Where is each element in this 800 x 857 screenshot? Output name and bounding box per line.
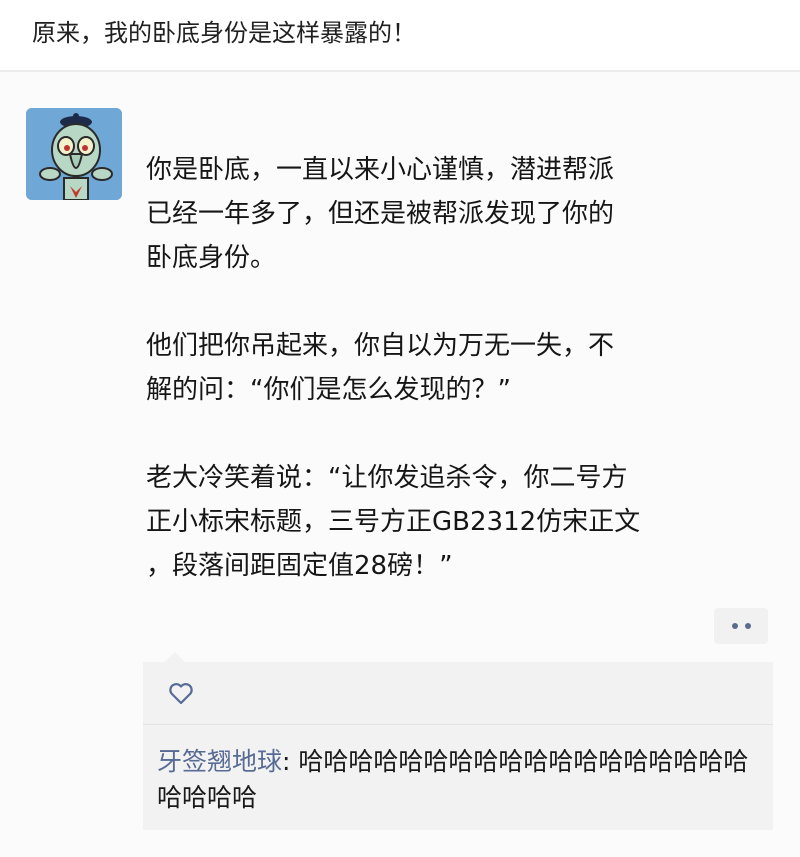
more-dots-icon <box>744 623 751 629</box>
comment-author[interactable]: 牙签翘地球 <box>157 747 282 776</box>
more-button[interactable] <box>714 608 768 644</box>
post-paragraph: 他们把你吊起来，你自以为万无一失，不 解的问：“你们是怎么发现的？” <box>146 331 615 405</box>
post-paragraph: 你是卧底，一直以来小心谨慎，潜进帮派 已经一年多了，但还是被帮派发现了你的 卧底… <box>146 155 615 273</box>
post-paragraph: 老大冷笑着说：“让你发追杀令，你二号方 正小标宋标题，三号方正GB2312仿宋正… <box>146 463 641 581</box>
comment-box: 牙签翘地球: 哈哈哈哈哈哈哈哈哈哈哈哈哈哈哈哈哈哈哈哈哈哈 <box>143 652 773 830</box>
more-dots-icon <box>731 623 738 629</box>
squidward-avatar-icon <box>26 108 122 200</box>
comment: 牙签翘地球: 哈哈哈哈哈哈哈哈哈哈哈哈哈哈哈哈哈哈哈哈哈哈 <box>157 744 763 816</box>
post-text: 你是卧底，一直以来小心谨慎，潜进帮派 已经一年多了，但还是被帮派发现了你的 卧底… <box>146 148 736 632</box>
heart-icon[interactable] <box>168 682 194 706</box>
moments-post: 你是卧底，一直以来小心谨慎，潜进帮派 已经一年多了，但还是被帮派发现了你的 卧底… <box>0 72 800 857</box>
comment-divider <box>143 724 773 725</box>
avatar[interactable] <box>26 108 122 200</box>
comment-separator: : <box>282 747 299 776</box>
page-title: 原来，我的卧底身份是这样暴露的！ <box>32 19 416 47</box>
